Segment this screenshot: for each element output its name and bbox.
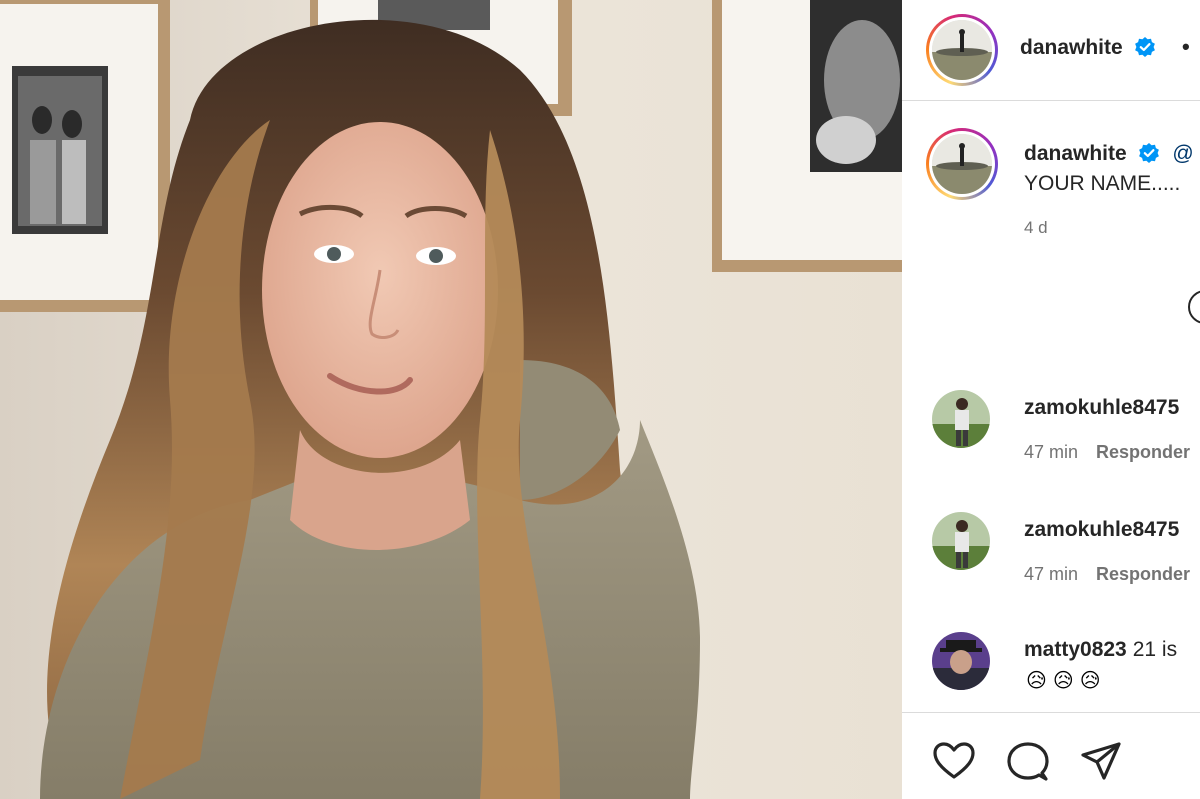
caption-text: YOUR NAME.....: [1024, 172, 1181, 195]
header-separator: •: [1182, 34, 1190, 59]
caption-username[interactable]: danawhite @: [1024, 142, 1194, 166]
avatar-image: [932, 20, 992, 80]
author-username[interactable]: danawhite: [1020, 36, 1155, 60]
share-icon[interactable]: [1080, 741, 1122, 783]
commenter-avatar-image: [932, 390, 990, 448]
comment-avatar[interactable]: [932, 512, 990, 570]
comment-time[interactable]: 47 min: [1024, 564, 1078, 584]
commenter-avatar-image: [932, 632, 990, 690]
comment-username[interactable]: zamokuhle8475: [1024, 518, 1179, 542]
author-avatar[interactable]: [926, 14, 998, 86]
comment-meta: 47 min Responder: [1024, 564, 1190, 585]
heart-icon[interactable]: [932, 741, 976, 781]
commenter-avatar-image: [932, 512, 990, 570]
post-action-bar: [902, 712, 1200, 799]
caption-avatar-image: [932, 134, 992, 194]
post-photo-illustration: [0, 0, 902, 799]
comment-emojis: 😥😥😥: [1026, 670, 1107, 692]
comment-username[interactable]: matty0823 21 is: [1024, 638, 1177, 662]
caption-author-avatar[interactable]: [926, 128, 998, 200]
author-username-text[interactable]: danawhite: [1020, 36, 1123, 59]
post-side-panel: danawhite • danawhite @ YOUR NAME..... 4…: [902, 0, 1200, 799]
comment-username[interactable]: zamokuhle8475: [1024, 396, 1179, 420]
comment-icon[interactable]: [1006, 741, 1050, 783]
more-circle-icon[interactable]: [1188, 290, 1200, 324]
comment-avatar[interactable]: [932, 632, 990, 690]
comment-reply-button[interactable]: Responder: [1096, 564, 1190, 584]
caption-username-text[interactable]: danawhite: [1024, 142, 1127, 165]
post-header: danawhite •: [902, 0, 1200, 101]
caption-mention[interactable]: @: [1172, 142, 1193, 165]
verified-badge-icon: [1134, 37, 1155, 57]
verified-badge-icon: [1138, 143, 1159, 163]
comment-username-text[interactable]: matty0823: [1024, 638, 1127, 661]
caption-timestamp[interactable]: 4 d: [1024, 218, 1048, 238]
comment-avatar[interactable]: [932, 390, 990, 448]
comment-meta: 47 min Responder: [1024, 442, 1190, 463]
comment-text: 21 is: [1132, 638, 1178, 661]
comment-time[interactable]: 47 min: [1024, 442, 1078, 462]
post-photo[interactable]: [0, 0, 902, 799]
comment-reply-button[interactable]: Responder: [1096, 442, 1190, 462]
